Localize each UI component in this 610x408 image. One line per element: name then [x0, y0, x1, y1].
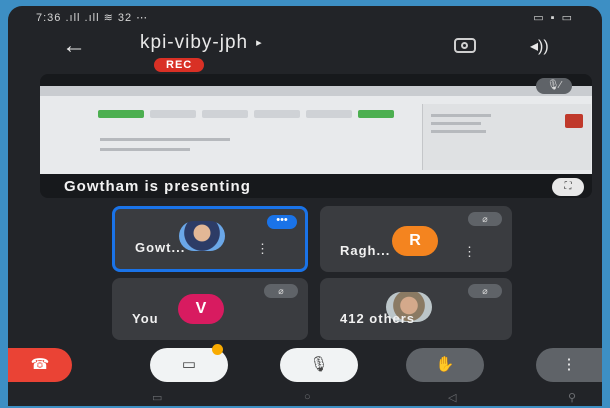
participant-name: Gowt...	[135, 240, 186, 255]
shared-text-line	[431, 122, 481, 125]
presentation-tile[interactable]: 🎙︎⁄ Gowtham is presenting ⛶	[40, 74, 592, 198]
participant-tile-gowtham[interactable]: ••• Gowt... ⋮	[112, 206, 308, 272]
mic-off-icon: ⌀	[264, 284, 298, 298]
more-vert-icon[interactable]: ⋮	[256, 241, 269, 257]
recording-badge: REC	[154, 58, 205, 72]
status-right: ▭ ▪ ▭	[533, 12, 574, 24]
fullscreen-icon[interactable]: ⛶	[552, 178, 584, 196]
notification-dot	[212, 344, 223, 355]
shared-toolbar	[40, 86, 592, 96]
raise-hand-button[interactable]: ✋	[406, 348, 484, 382]
mic-off-icon: ⌀	[468, 212, 502, 226]
back-nav-icon[interactable]: ◁	[448, 391, 456, 404]
more-vert-icon[interactable]: ⋮	[463, 244, 476, 260]
call-controls: ☎ ▭ 🎙︎ ✋ ⋮	[8, 344, 602, 388]
participant-tile-others[interactable]: ⌀ 412 others	[320, 278, 512, 340]
shared-text-line	[100, 138, 230, 141]
shared-text-line	[431, 114, 491, 117]
more-options-button[interactable]: ⋮	[536, 348, 602, 382]
shared-text-line	[431, 130, 486, 133]
presenter-label: Gowtham is presenting	[64, 178, 251, 195]
shared-button	[150, 110, 196, 118]
shared-button	[254, 110, 300, 118]
mic-off-icon: 🎙︎⁄	[536, 78, 572, 94]
accessibility-icon[interactable]: ⚲	[568, 391, 576, 404]
shared-text-line	[100, 148, 190, 151]
shared-red-box	[565, 114, 583, 128]
home-icon[interactable]: ○	[304, 391, 311, 403]
switch-camera-icon[interactable]	[454, 38, 476, 53]
shared-button	[98, 110, 144, 118]
caret-right-icon: ▸	[256, 37, 263, 50]
participant-name: You	[132, 311, 159, 326]
shared-button	[306, 110, 352, 118]
participant-tile-you[interactable]: ⌀ V You	[112, 278, 308, 340]
avatar: R	[392, 226, 438, 256]
participant-name: Ragh...	[340, 243, 391, 258]
avatar: V	[178, 294, 224, 324]
meeting-title[interactable]: kpi-viby-jph ▸	[140, 32, 263, 54]
status-left: 7:36 .ıll .ıll ≋ 32 ⋯	[36, 12, 149, 24]
system-nav-bar: ▭ ○ ◁ ⚲	[8, 390, 602, 406]
status-bar: 7:36 .ıll .ıll ≋ 32 ⋯ ▭ ▪ ▭	[8, 6, 602, 28]
more-dots-badge: •••	[267, 215, 297, 229]
shared-screen	[40, 86, 592, 174]
mic-off-icon: ⌀	[468, 284, 502, 298]
shared-button	[358, 110, 394, 118]
phone-screen: 7:36 .ıll .ıll ≋ 32 ⋯ ▭ ▪ ▭ ← kpi-viby-j…	[8, 6, 602, 406]
meeting-name: kpi-viby-jph	[140, 32, 249, 53]
back-arrow-icon[interactable]: ←	[62, 34, 86, 58]
mic-off-button[interactable]: 🎙︎	[280, 348, 358, 382]
shared-side-panel	[422, 104, 591, 170]
avatar	[179, 221, 225, 251]
recent-apps-icon[interactable]: ▭	[152, 391, 162, 404]
shared-button	[202, 110, 248, 118]
speaker-icon[interactable]: ◂))	[530, 36, 549, 56]
end-call-button[interactable]: ☎	[8, 348, 72, 382]
participant-tile-raghu[interactable]: ⌀ R Ragh... ⋮	[320, 206, 512, 272]
participant-count: 412 others	[340, 311, 416, 326]
